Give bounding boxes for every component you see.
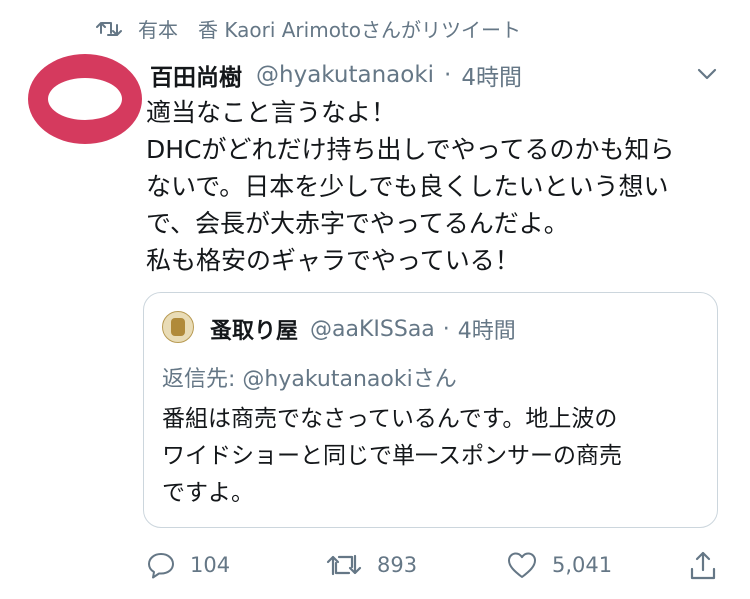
- retweet-button[interactable]: 893: [325, 550, 417, 580]
- reply-icon: [148, 553, 174, 579]
- quoted-avatar[interactable]: [162, 311, 194, 343]
- quoted-text-line: 番組は商売でなさっているんです。地上波の: [162, 406, 618, 432]
- tweet-text: 適当なこと言うなよ！ DHCがどれだけ持ち出しでやってるのかも知ら ないで。日本…: [146, 94, 726, 279]
- author-display-name[interactable]: 百田尚樹: [150, 58, 242, 92]
- retweet-icon: [326, 554, 362, 576]
- tweet-text-line: DHCがどれだけ持ち出しでやってるのかも知ら: [146, 135, 675, 164]
- share-button[interactable]: [688, 550, 732, 582]
- quoted-avatar-image: [171, 318, 185, 336]
- quoted-author: 蚤取り屋 @aaKISSaa · 4時間: [210, 313, 516, 345]
- like-count: 5,041: [552, 553, 613, 577]
- retweet-count: 893: [377, 553, 418, 577]
- heart-icon: [508, 552, 536, 578]
- tweet-author: 百田尚樹 @hyakutanaoki · 4時間: [150, 58, 522, 92]
- reply-count: 104: [190, 553, 231, 577]
- quoted-text: 番組は商売でなさっているんです。地上波の ワイドショーと同じで単一スポンサーの商…: [162, 401, 702, 512]
- avatar-image: [48, 78, 122, 120]
- tweet-text-line: で、会長が大赤字でやってるんだよ。: [146, 209, 569, 238]
- retweet-label: 有本 香 Kaori Arimotoさんがリツイート: [138, 18, 522, 42]
- action-bar: 104 893 5,041: [0, 550, 750, 586]
- chevron-down-icon[interactable]: [696, 64, 718, 84]
- retweet-header[interactable]: 有本 香 Kaori Arimotoさんがリツイート: [96, 14, 521, 43]
- separator-dot: ·: [442, 316, 450, 342]
- avatar[interactable]: [28, 54, 142, 144]
- reply-button[interactable]: 104: [146, 550, 230, 580]
- retweet-icon: [96, 21, 122, 36]
- reply-to[interactable]: 返信先: @hyakutanaokiさん: [162, 361, 457, 393]
- quoted-text-line: ワイドショーと同じで単一スポンサーの商売: [162, 443, 622, 469]
- tweet-view: 有本 香 Kaori Arimotoさんがリツイート 百田尚樹 @hyakuta…: [0, 0, 750, 599]
- quoted-text-line: ですよ。: [162, 480, 254, 506]
- author-handle[interactable]: @hyakutanaoki: [256, 62, 434, 88]
- tweet-timestamp[interactable]: 4時間: [461, 58, 522, 92]
- quoted-display-name[interactable]: 蚤取り屋: [210, 313, 298, 345]
- tweet-text-line: 私も格安のギャラでやっている！: [146, 246, 520, 275]
- tweet-text-line: 適当なこと言うなよ！: [146, 98, 397, 127]
- quoted-timestamp[interactable]: 4時間: [458, 313, 516, 345]
- tweet-text-line: ないで。日本を少しでも良くしたいという想い: [146, 172, 669, 201]
- quoted-handle[interactable]: @aaKISSaa: [310, 317, 435, 342]
- share-icon: [690, 551, 716, 580]
- like-button[interactable]: 5,041: [506, 550, 612, 580]
- quoted-tweet[interactable]: 蚤取り屋 @aaKISSaa · 4時間 返信先: @hyakutanaokiさ…: [143, 292, 718, 528]
- separator-dot: ·: [444, 62, 452, 88]
